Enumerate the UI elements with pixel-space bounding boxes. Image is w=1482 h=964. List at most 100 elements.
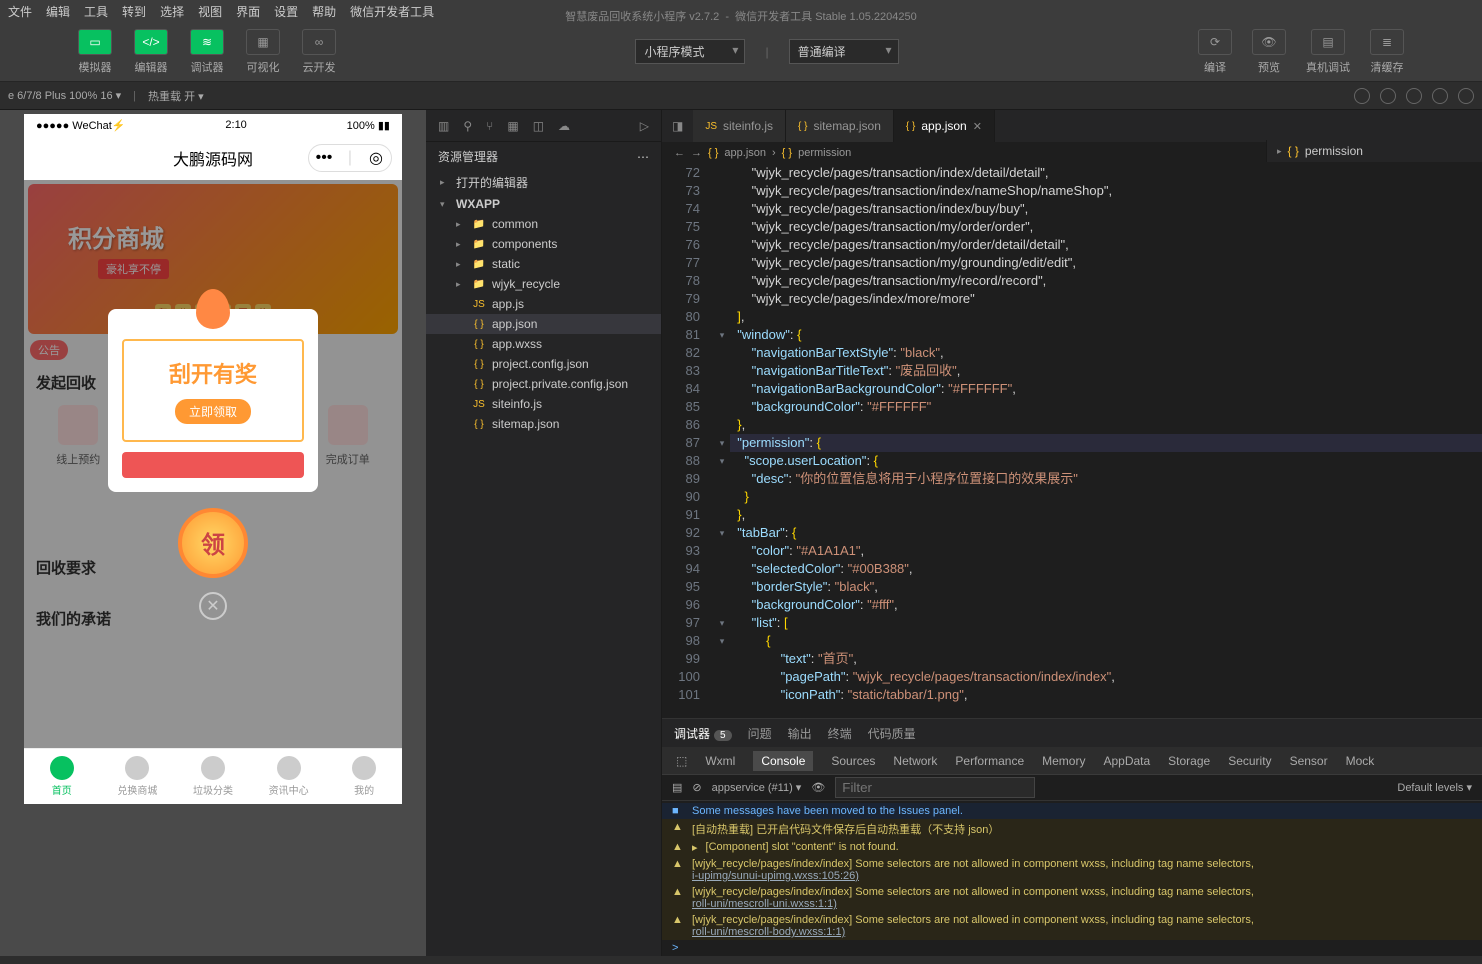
tree-item[interactable]: { }project.private.config.json [426,374,661,394]
tab-news[interactable]: 资讯中心 [251,749,327,804]
editor-tab[interactable]: { }sitemap.json [786,110,894,142]
editor-button[interactable]: </>编辑器 [126,25,176,79]
outline-item[interactable]: ▸{ }permission [1267,140,1482,162]
compile-mode-select[interactable]: 普通编译 [789,39,899,64]
menu-goto[interactable]: 转到 [122,3,146,20]
editor-tab[interactable]: { }app.json✕ [894,110,995,142]
compile-button[interactable]: ⟳编译 [1190,25,1240,79]
clear-cache-button[interactable]: ≣清缓存 [1362,25,1412,79]
capsule-close[interactable]: ◎ [363,147,389,169]
code-editor[interactable]: 7273747576777879808182838485868788899091… [662,164,1482,718]
capsule-menu[interactable]: ••• [311,147,337,169]
tree-item[interactable]: { }project.config.json [426,354,661,374]
devtools-sources[interactable]: Sources [831,754,875,768]
tree-item[interactable]: ▸打开的编辑器 [426,171,661,194]
remote-debug-button[interactable]: ▤真机调试 [1298,25,1358,79]
arrow-left-icon[interactable]: ← [674,147,685,159]
git-icon[interactable]: ⑂ [486,119,493,133]
tab-terminal[interactable]: 终端 [828,725,852,742]
search-icon[interactable]: ⚲ [463,119,472,133]
tree-item[interactable]: { }app.wxss [426,334,661,354]
menu-devtools[interactable]: 微信开发者工具 [350,3,434,20]
hotreload-toggle[interactable]: 热重载 开 ▾ [148,88,204,104]
info-icon: ■ [672,805,684,817]
tab-quality[interactable]: 代码质量 [868,725,916,742]
refresh-icon: ⟳ [1198,29,1232,55]
tab-problems[interactable]: 问题 [748,725,772,742]
popup-claim-button[interactable]: 立即领取 [175,399,251,424]
tree-item[interactable]: JSsiteinfo.js [426,394,661,414]
inspect-icon[interactable]: ⬚ [676,754,687,768]
simulator-button[interactable]: ▭模拟器 [70,25,120,79]
tree-item[interactable]: ▸📁wjyk_recycle [426,274,661,294]
action-icon[interactable] [1406,88,1422,104]
tab-mine[interactable]: 我的 [326,749,402,804]
visual-button[interactable]: ▦可视化 [238,25,288,79]
menu-edit[interactable]: 编辑 [46,3,70,20]
tree-item[interactable]: ▸📁static [426,254,661,274]
editor-tab[interactable]: JSsiteinfo.js [693,110,786,142]
menu-help[interactable]: 帮助 [312,3,336,20]
action-icon[interactable] [1432,88,1448,104]
console-filter-input[interactable] [835,777,1035,798]
devtools-appdata[interactable]: AppData [1103,754,1150,768]
cloud-button[interactable]: ∞云开发 [294,25,344,79]
devtools-network[interactable]: Network [893,754,937,768]
preview-button[interactable]: 👁预览 [1244,25,1294,79]
sidebar-toggle-icon[interactable]: ▤ [672,781,682,794]
files-icon[interactable]: ▥ [438,119,449,133]
action-icon[interactable] [1354,88,1370,104]
console-log[interactable]: ■Some messages have been moved to the Is… [662,801,1482,956]
clear-console-icon[interactable]: ⊘ [692,781,701,794]
devtools-wxml[interactable]: Wxml [705,754,735,768]
split-right-icon[interactable]: ◨ [672,119,683,133]
devtools-performance[interactable]: Performance [955,754,1024,768]
tab-recycle[interactable]: 垃圾分类 [175,749,251,804]
devtools-sensor[interactable]: Sensor [1290,754,1328,768]
arrow-right-icon[interactable]: → [691,147,702,159]
tree-item[interactable]: ▸📁common [426,214,661,234]
menu-tool[interactable]: 工具 [84,3,108,20]
ext-icon[interactable]: ▦ [507,119,518,133]
popup-close-button[interactable]: ✕ [199,592,227,620]
devtools-console[interactable]: Console [753,751,813,771]
tree-item[interactable]: ▸📁components [426,234,661,254]
mode-select[interactable]: 小程序模式 [635,39,745,64]
devtools-storage[interactable]: Storage [1168,754,1210,768]
popup-overlay[interactable]: 刮开有奖 立即领取 领 ✕ [24,180,402,748]
tree-item[interactable]: { }app.json [426,314,661,334]
window-title: 智慧废品回收系统小程序 v2.7.2 - 微信开发者工具 Stable 1.05… [565,8,917,24]
tab-debugger[interactable]: 调试器5 [674,725,732,742]
more-icon[interactable]: ⋯ [637,150,649,164]
ext-icon[interactable]: ◫ [533,119,544,133]
devtools-security[interactable]: Security [1228,754,1271,768]
devtools-mock[interactable]: Mock [1346,754,1375,768]
menu-ui[interactable]: 界面 [236,3,260,20]
menu-settings[interactable]: 设置 [274,3,298,20]
close-icon[interactable]: ✕ [973,120,982,133]
eye-icon[interactable]: 👁 [811,781,825,794]
tab-output[interactable]: 输出 [788,725,812,742]
run-icon[interactable]: ▷ [640,119,649,133]
popup-coin[interactable]: 领 [178,508,248,578]
debugger-button[interactable]: ≋调试器 [182,25,232,79]
tab-mall[interactable]: 兑换商城 [100,749,176,804]
tab-home[interactable]: 首页 [24,749,100,804]
action-icon[interactable] [1380,88,1396,104]
tree-item[interactable]: { }sitemap.json [426,414,661,434]
star-icon [125,756,149,780]
devtools-tabs: ⬚ Wxml Console Sources Network Performan… [662,747,1482,775]
menu-view[interactable]: 视图 [198,3,222,20]
menu-select[interactable]: 选择 [160,3,184,20]
ext-icon[interactable]: ☁ [558,119,570,133]
tree-item[interactable]: ▾WXAPP [426,194,661,214]
action-icon[interactable] [1458,88,1474,104]
device-select[interactable]: e 6/7/8 Plus 100% 16 ▾ [8,89,121,102]
popup-card: 刮开有奖 立即领取 [108,309,318,492]
devtools-memory[interactable]: Memory [1042,754,1085,768]
context-select[interactable]: appservice (#11) ▾ [712,781,802,794]
console-toolbar: ▤ ⊘ appservice (#11) ▾ 👁 Default levels … [662,775,1482,801]
log-levels-select[interactable]: Default levels ▾ [1397,781,1472,794]
tree-item[interactable]: JSapp.js [426,294,661,314]
menu-file[interactable]: 文件 [8,3,32,20]
